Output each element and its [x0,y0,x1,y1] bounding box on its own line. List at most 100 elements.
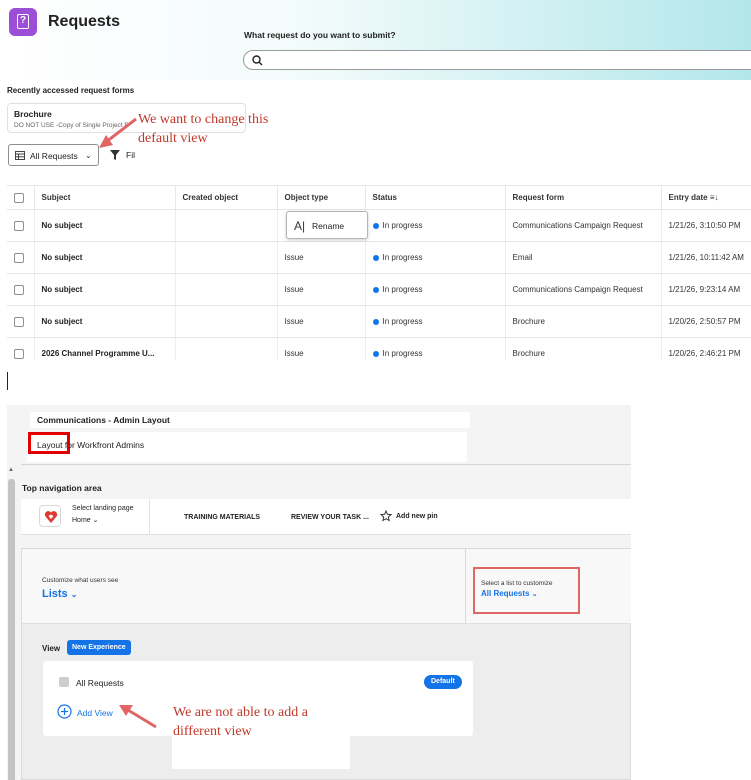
sort-icon[interactable]: ≡↓ [710,193,719,202]
cell-request-form: Communications Campaign Request [505,209,662,242]
search-icon [252,55,263,66]
status-text: In progress [382,253,423,262]
select-all-checkbox-cell[interactable] [7,185,35,210]
page-title: Requests [48,13,121,30]
select-all-checkbox[interactable] [14,192,24,203]
cell-object-type: Issue [277,305,366,338]
rename-popup[interactable]: A| Rename [286,211,368,239]
customize-label: Customize what users see [42,577,119,584]
add-view-label: Add View [77,708,113,718]
row-checkbox[interactable] [14,252,24,263]
nav-item-training-materials[interactable]: TRAINING MATERIALS [184,514,260,521]
chevron-down-icon: ⌄ [92,517,99,524]
entry-date-label: Entry date [668,193,708,202]
top-navigation-preview: Select landing page Home ⌄ TRAINING MATE… [21,499,631,535]
cell-status: In progress [365,209,506,242]
scrollbar-thumb[interactable] [8,479,15,780]
recent-form-title: Brochure [14,109,52,119]
table-row[interactable]: No subject Issue In progress Brochure 1/… [7,305,751,338]
table-row[interactable]: No subject In progress Communications Ca… [7,209,751,242]
cell-created-object [175,273,278,306]
view-selector-button[interactable]: All Requests ⌄ [8,144,99,166]
status-text: In progress [382,317,423,326]
row-checkbox[interactable] [14,284,24,295]
highlight-box-list [473,567,580,614]
status-text: In progress [382,349,423,358]
add-circle-icon [57,704,72,719]
annotation-change-default-view: We want to change this default view [138,112,269,146]
view-name: All Requests [76,678,124,688]
recent-forms-label: Recently accessed request forms [7,86,135,95]
cell-request-form: Email [505,241,662,274]
cell-subject[interactable]: No subject [34,209,176,242]
table-row[interactable]: No subject Issue In progress Communicati… [7,273,751,306]
divider [21,464,631,465]
cell-entry-date: 1/21/26, 9:23:14 AM [661,273,751,306]
cell-entry-date: 1/21/26, 3:10:50 PM [661,209,751,242]
cell-subject[interactable]: No subject [34,241,176,274]
table-header-row: Subject Created object Object type Statu… [7,185,751,210]
annotation-arrow-bottom [119,705,157,729]
column-header-request-form[interactable]: Request form [505,185,662,210]
view-checkbox [59,677,69,687]
logo-icon [39,505,61,527]
cell-subject[interactable]: No subject [34,273,176,306]
cell-created-object [175,305,278,338]
row-checkbox[interactable] [14,316,24,327]
layout-desc-rest: for Workfront Admins [62,440,145,450]
status-dot [372,318,379,325]
filter-label: Fil [126,150,135,160]
annotation-arrow-top [99,117,137,148]
cell-object-type: Issue [277,241,366,274]
table-view-icon [15,151,25,160]
customize-select[interactable]: Lists ⌄ [42,588,77,600]
cell-status: In progress [365,305,506,338]
customize-value: Lists [42,588,68,600]
cell-status: In progress [365,273,506,306]
cell-status: In progress [365,241,506,274]
customize-header: Customize what users see Lists ⌄ Select … [22,549,631,624]
cell-created-object [175,209,278,242]
status-text: In progress [382,221,423,230]
filter-icon [110,150,120,160]
highlight-box-layout [28,432,70,454]
layout-name: Communications - Admin Layout [37,415,170,425]
cell-request-form: Communications Campaign Request [505,273,662,306]
customize-area: Customize what users see Lists ⌄ Select … [21,548,631,780]
screenshot-root: ? Requests What request do you want to s… [0,0,751,780]
cell-subject[interactable]: No subject [34,305,176,338]
top-navigation-label: Top navigation area [22,483,102,493]
status-dot [372,254,379,261]
scrollbar[interactable]: ▲ [7,435,16,780]
column-header-subject[interactable]: Subject [34,185,176,210]
row-checkbox[interactable] [14,348,24,359]
row-checkbox[interactable] [14,220,24,231]
search-input[interactable] [268,53,748,67]
scroll-up-icon[interactable]: ▲ [8,467,14,473]
column-header-entry-date[interactable]: Entry date ≡↓ [661,185,751,210]
pin-icon[interactable] [380,510,392,522]
cell-created-object [175,241,278,274]
status-dot [372,350,379,357]
request-search-bar[interactable] [243,50,751,70]
view-label: View [42,644,61,653]
nav-separator [149,499,150,535]
new-experience-badge: New Experience [67,640,131,655]
cell-entry-date: 1/20/26, 2:50:57 PM [661,305,751,338]
screenshot-gap [0,360,751,405]
landing-page-select[interactable]: Home ⌄ [72,516,99,524]
column-header-object-type[interactable]: Object type [277,185,366,210]
request-form-icon: ? [9,8,37,36]
customize-separator [465,549,466,624]
add-new-pin-button[interactable]: Add new pin [396,513,438,520]
nav-item-review-your-task[interactable]: REVIEW YOUR TASK ... [291,514,369,521]
search-prompt: What request do you want to submit? [244,30,396,40]
cell-request-form: Brochure [505,305,662,338]
status-dot [372,222,379,229]
column-header-created-object[interactable]: Created object [175,185,278,210]
landing-page-label: Select landing page [72,505,134,512]
rename-label: Rename [312,221,345,231]
table-row[interactable]: No subject Issue In progress Email 1/21/… [7,241,751,274]
column-header-status[interactable]: Status [365,185,506,210]
cell-object-type: Issue [277,273,366,306]
